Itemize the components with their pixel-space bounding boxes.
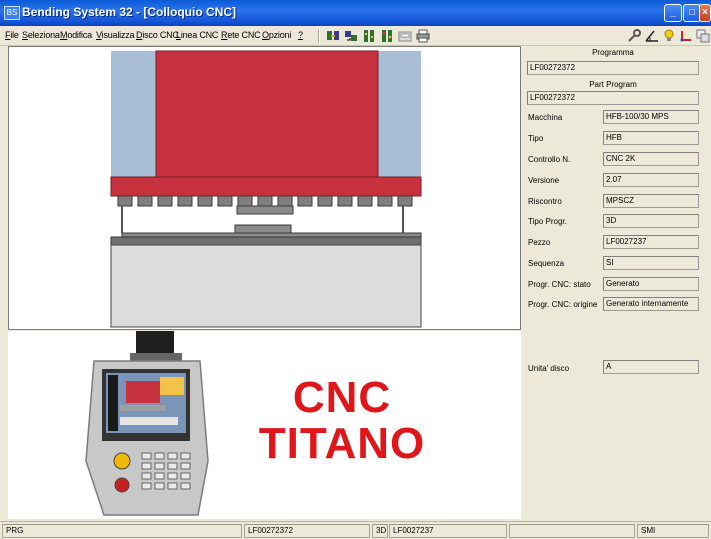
ram-bottom bbox=[110, 176, 422, 197]
cnc-brand-panel: CNC TITANO bbox=[8, 331, 521, 519]
lightbulb-icon[interactable] bbox=[662, 29, 676, 43]
riscontro-field[interactable]: MPSCZ bbox=[603, 194, 699, 208]
progr-cnc-origine-field[interactable]: Generato internamente bbox=[603, 297, 699, 311]
minimize-button[interactable]: _ bbox=[664, 4, 682, 22]
tipo-field[interactable]: HFB bbox=[603, 131, 699, 145]
menu-opzioni[interactable]: Opzioni bbox=[262, 30, 291, 40]
print-icon[interactable] bbox=[416, 29, 430, 43]
cnc-compare-icon[interactable] bbox=[362, 29, 376, 43]
screen-tool bbox=[120, 405, 166, 411]
status-unit: SMI bbox=[637, 524, 709, 538]
receive-from-cnc-icon[interactable] bbox=[344, 29, 358, 43]
riscontro-label: Riscontro bbox=[528, 197, 562, 206]
menu-seleziona[interactable]: Seleziona bbox=[22, 30, 60, 40]
screen-toolbar bbox=[108, 375, 118, 431]
status-empty bbox=[509, 524, 635, 538]
app-icon[interactable]: BS bbox=[4, 6, 20, 20]
tipo-progr-label: Tipo Progr. bbox=[528, 217, 567, 226]
window-copy-icon[interactable] bbox=[696, 29, 710, 43]
controllo-field[interactable]: CNC 2K bbox=[603, 152, 699, 166]
punch-tool bbox=[236, 205, 294, 215]
ram-left-side bbox=[111, 51, 158, 179]
progr-cnc-stato-label: Progr. CNC: stato bbox=[528, 280, 591, 289]
status-mode: PRG bbox=[2, 524, 242, 538]
screen-panel bbox=[160, 377, 184, 395]
cnc-pendant-illustration bbox=[85, 331, 209, 516]
sequenza-field[interactable]: SI bbox=[603, 256, 699, 270]
menu-disco-cnc[interactable]: Disco CNC bbox=[136, 30, 179, 40]
toolbar-separator bbox=[318, 29, 320, 43]
part-program-label: Part Program bbox=[589, 80, 637, 89]
macchina-field[interactable]: HFB-100/30 MPS bbox=[603, 110, 699, 124]
menu-modifica[interactable]: Modifica bbox=[60, 30, 92, 40]
tipo-progr-field[interactable]: 3D bbox=[603, 214, 699, 228]
upper-beam bbox=[155, 50, 379, 178]
pezzo-label: Pezzo bbox=[528, 238, 551, 247]
menu-linea-cnc[interactable]: Linea CNC bbox=[176, 30, 218, 40]
macchina-label: Macchina bbox=[528, 113, 563, 122]
press-brake-diagram bbox=[110, 50, 422, 328]
disk-icon[interactable] bbox=[398, 29, 412, 43]
tipo-label: Tipo bbox=[528, 134, 544, 143]
part-program-field[interactable]: LF00272372 bbox=[527, 91, 699, 105]
programma-label: Programma bbox=[592, 48, 634, 57]
program-info-panel: Programma LF00272372 Part Program LF0027… bbox=[523, 46, 711, 519]
status-type: 3D bbox=[372, 524, 388, 538]
sequenza-label: Sequenza bbox=[528, 259, 565, 268]
progr-cnc-stato-field[interactable]: Generato bbox=[603, 277, 699, 291]
menu-rete-cnc[interactable]: Rete CNC bbox=[221, 30, 261, 40]
programma-field[interactable]: LF00272372 bbox=[527, 61, 699, 75]
axis-icon[interactable] bbox=[679, 29, 693, 43]
versione-field[interactable]: 2.07 bbox=[603, 173, 699, 187]
menu-file[interactable]: File bbox=[5, 30, 19, 40]
pezzo-field[interactable]: LF0027237 bbox=[603, 235, 699, 249]
brand-title-cnc: CNC bbox=[292, 373, 392, 422]
wrench-icon[interactable] bbox=[627, 29, 641, 43]
versione-label: Versione bbox=[528, 176, 560, 185]
press-brake-drawing bbox=[8, 46, 521, 330]
menu-bar: File Seleziona Modifica Visualizza Disco… bbox=[0, 26, 711, 46]
close-button[interactable]: × bbox=[699, 4, 711, 22]
emergency-stop-button bbox=[114, 477, 130, 493]
screen-ram bbox=[126, 381, 160, 403]
clamp-row bbox=[117, 195, 413, 207]
blank-holder bbox=[121, 232, 422, 238]
controllo-label: Controllo N. bbox=[528, 155, 571, 164]
screen-footer bbox=[120, 417, 178, 425]
bend-angle-icon[interactable] bbox=[645, 29, 659, 43]
send-to-cnc-icon[interactable] bbox=[326, 29, 340, 43]
status-bar: PRG LF00272372 3D LF0027237 SMI bbox=[0, 521, 711, 539]
status-part: LF0027237 bbox=[389, 524, 507, 538]
lower-table-edge bbox=[110, 236, 422, 246]
start-button bbox=[113, 452, 131, 470]
menu-visualizza[interactable]: Visualizza bbox=[96, 30, 135, 40]
disk-unit-field[interactable]: A bbox=[603, 360, 699, 374]
lower-bed bbox=[110, 244, 422, 328]
ram-right-side bbox=[377, 51, 421, 179]
progr-cnc-origine-label: Progr. CNC: origine bbox=[528, 300, 598, 309]
brand-title-titano: TITANO bbox=[258, 419, 426, 468]
title-bar: BS Bending System 32 - [Colloquio CNC] _… bbox=[0, 0, 711, 26]
cnc-status-icon[interactable] bbox=[380, 29, 394, 43]
window-title: Bending System 32 - [Colloquio CNC] bbox=[22, 5, 237, 19]
menu-help[interactable]: ? bbox=[298, 30, 303, 40]
status-program: LF00272372 bbox=[244, 524, 370, 538]
disk-unit-label: Unita' disco bbox=[528, 364, 570, 373]
die-tool bbox=[234, 224, 292, 234]
